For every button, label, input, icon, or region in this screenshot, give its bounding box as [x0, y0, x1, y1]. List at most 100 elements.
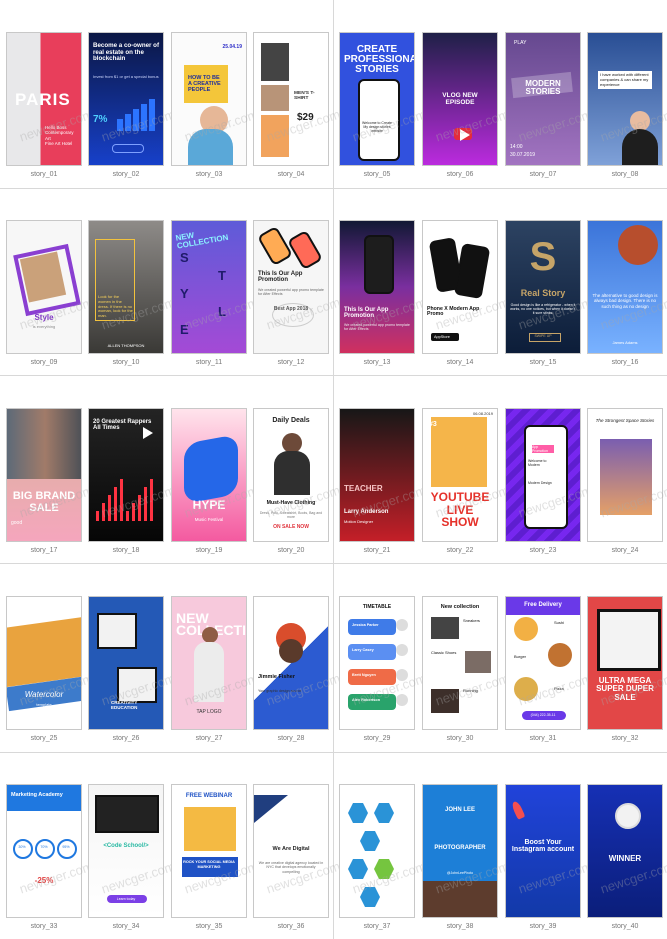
story-label: story_38	[446, 923, 474, 930]
story-card[interactable]: We Are Digital We are creative digital ag…	[253, 784, 329, 918]
story-title: WINNER	[608, 854, 642, 863]
audio-bar	[132, 503, 135, 521]
story-card[interactable]: Phone X Modern App Promo AppStore	[422, 220, 498, 354]
story-background	[172, 785, 246, 917]
story-card[interactable]: FREE WEBINAR ROCK YOUR SOCIAL MEDIA MARKE…	[171, 784, 247, 918]
cube-shape	[117, 667, 157, 703]
story-card[interactable]: Watercolor template	[6, 596, 82, 730]
story-card[interactable]: MEN'S T-SHIRT $29	[253, 32, 329, 166]
story-card[interactable]: Marketing Academy 30% 70% 95% -25%	[6, 784, 82, 918]
story-label: story_37	[363, 923, 391, 930]
story-card[interactable]: Boost Your Instagram account	[505, 784, 581, 918]
story-title: MODERN STORIES	[525, 79, 561, 97]
center-divider	[333, 0, 334, 939]
laptop-screen	[95, 795, 159, 833]
story-title: This Is Our App Promotion	[258, 271, 303, 284]
story-letters-3: L	[218, 304, 226, 319]
story-label: story_22	[446, 547, 474, 554]
cube-shape	[97, 613, 137, 649]
story-letters-2: Y	[180, 286, 189, 301]
story-handle: @JohnLeePhoto	[446, 871, 474, 875]
story-card[interactable]: 25.04.19 HOW TO BE A CREATIVE PEOPLE	[171, 32, 247, 166]
story-card[interactable]: CREATE PROFESSIONAL STORIES Welcome to Cr…	[339, 32, 415, 166]
story-title: BIG BRAND SALE	[12, 490, 76, 514]
story-card[interactable]	[339, 784, 415, 918]
story-label: story_14	[446, 359, 474, 366]
story-letters-4: E	[180, 322, 189, 337]
story-title: Marketing Academy	[11, 792, 63, 798]
story-card[interactable]: VLOG NEW EPISODE	[422, 32, 498, 166]
story-title: Look for the women in the dress. If ther…	[98, 294, 133, 319]
story-card[interactable]: This Is Our App Promotion We created powe…	[339, 220, 415, 354]
story-card[interactable]: WINNER	[587, 784, 663, 918]
story-subtitle: Welcome to Create My design stories webs…	[362, 121, 392, 134]
story-title: App Promotion	[532, 445, 554, 454]
story-title: MEN'S T-SHIRT	[294, 91, 315, 102]
story-label: story_27	[195, 735, 223, 742]
story-time: 14:00	[510, 144, 523, 150]
story-card[interactable]: New collection Sneakers Classic Shoes Runni…	[422, 596, 498, 730]
story-card[interactable]: NEW COLLECTIONTAP LOGO	[171, 596, 247, 730]
story-subtitle: Learn today	[116, 897, 136, 901]
story-card[interactable]: The alternative to good design is always…	[587, 220, 663, 354]
story-card[interactable]: ULTRA MEGA SUPER DUPER SALE	[587, 596, 663, 730]
story-card[interactable]: This Is Our App Promotion We created powe…	[253, 220, 329, 354]
story-card[interactable]: PARIS Hello Boss Contemporary Art Fine Ar…	[6, 32, 82, 166]
story-percents-1: 70%	[40, 845, 48, 849]
story-card[interactable]: 20 Greatest Rappers All Times	[88, 408, 164, 542]
story-letters-1: T	[218, 268, 226, 283]
story-label: story_20	[277, 547, 305, 554]
story-card[interactable]: The Strongest Space Stories	[587, 408, 663, 542]
story-card[interactable]: App Promotion Welcome to Modern Modern Des…	[505, 408, 581, 542]
story-card[interactable]: Jimmie Fisher Your graphic design source	[253, 596, 329, 730]
story-card[interactable]: 06.08.2019 #3 YOUTUBE LIVE SHOW	[422, 408, 498, 542]
story-subtitle: is everything	[32, 324, 56, 329]
photo-shape	[7, 617, 81, 687]
avatar	[396, 669, 408, 681]
audio-bar	[120, 479, 123, 521]
story-label: story_30	[446, 735, 474, 742]
story-subtitle: PHOTOGRAPHER	[434, 845, 486, 851]
phone-mockup	[524, 425, 568, 529]
learn-more-button[interactable]	[112, 144, 144, 153]
story-card[interactable]: S Real Story Good design is like a refrige…	[505, 220, 581, 354]
story-title: This Is Our App Promotion	[344, 307, 389, 320]
row-divider	[0, 563, 667, 564]
story-title: VLOG NEW EPISODE	[442, 92, 478, 106]
story-card[interactable]: TEACHER Larry Anderson Motion Designer	[339, 408, 415, 542]
story-card[interactable]: Free Delivery Sushi Burger Pizza (044) 222-3…	[505, 596, 581, 730]
story-card[interactable]: TIMETABLE Jessica Parker Larry Casey Brett …	[339, 596, 415, 730]
story-price: $29	[297, 112, 314, 123]
story-card[interactable]: MODERN STORIES 14:00 30.07.2019 PLAY	[505, 32, 581, 166]
story-title: TIMETABLE	[362, 604, 392, 610]
story-card[interactable]: Daily Deals Must-Have Clothing Dress, Polo…	[253, 408, 329, 542]
person-body	[274, 451, 310, 495]
story-label: story_33	[30, 923, 58, 930]
person-body	[622, 129, 658, 165]
story-letter: S	[529, 235, 557, 279]
story-title: HYPE	[192, 498, 226, 512]
story-card[interactable]: <Code School/> Learn today	[88, 784, 164, 918]
story-card[interactable]: JOHN LEE PHOTOGRAPHER @JohnLeePhoto	[422, 784, 498, 918]
story-card[interactable]: BIG BRAND SALE good	[6, 408, 82, 542]
story-label: story_17	[30, 547, 58, 554]
row-divider	[0, 188, 667, 189]
story-card[interactable]: HYPE Music Festival	[171, 408, 247, 542]
story-label: story_12	[277, 359, 305, 366]
story-label: story_35	[195, 923, 223, 930]
story-number: #3	[429, 421, 437, 428]
story-percents-0: 30%	[18, 845, 26, 849]
story-card[interactable]: I have worked with different companies &…	[587, 32, 663, 166]
person-head	[202, 627, 218, 643]
photo-frame	[597, 609, 661, 671]
story-label: story_09	[30, 359, 58, 366]
story-label: story_40	[611, 923, 639, 930]
story-card[interactable]: Style is everything	[6, 220, 82, 354]
story-card[interactable]: Look for the women in the dress. If ther…	[88, 220, 164, 354]
story-card[interactable]: NEW COLLECTION S T Y L E	[171, 220, 247, 354]
story-cta: ON SALE NOW	[273, 524, 309, 530]
story-card[interactable]: Become a co-owner of real estate on the …	[88, 32, 164, 166]
row-divider	[0, 375, 667, 376]
story-card[interactable]: CREATIVITY EDUCATION	[88, 596, 164, 730]
audio-bar	[144, 487, 147, 521]
